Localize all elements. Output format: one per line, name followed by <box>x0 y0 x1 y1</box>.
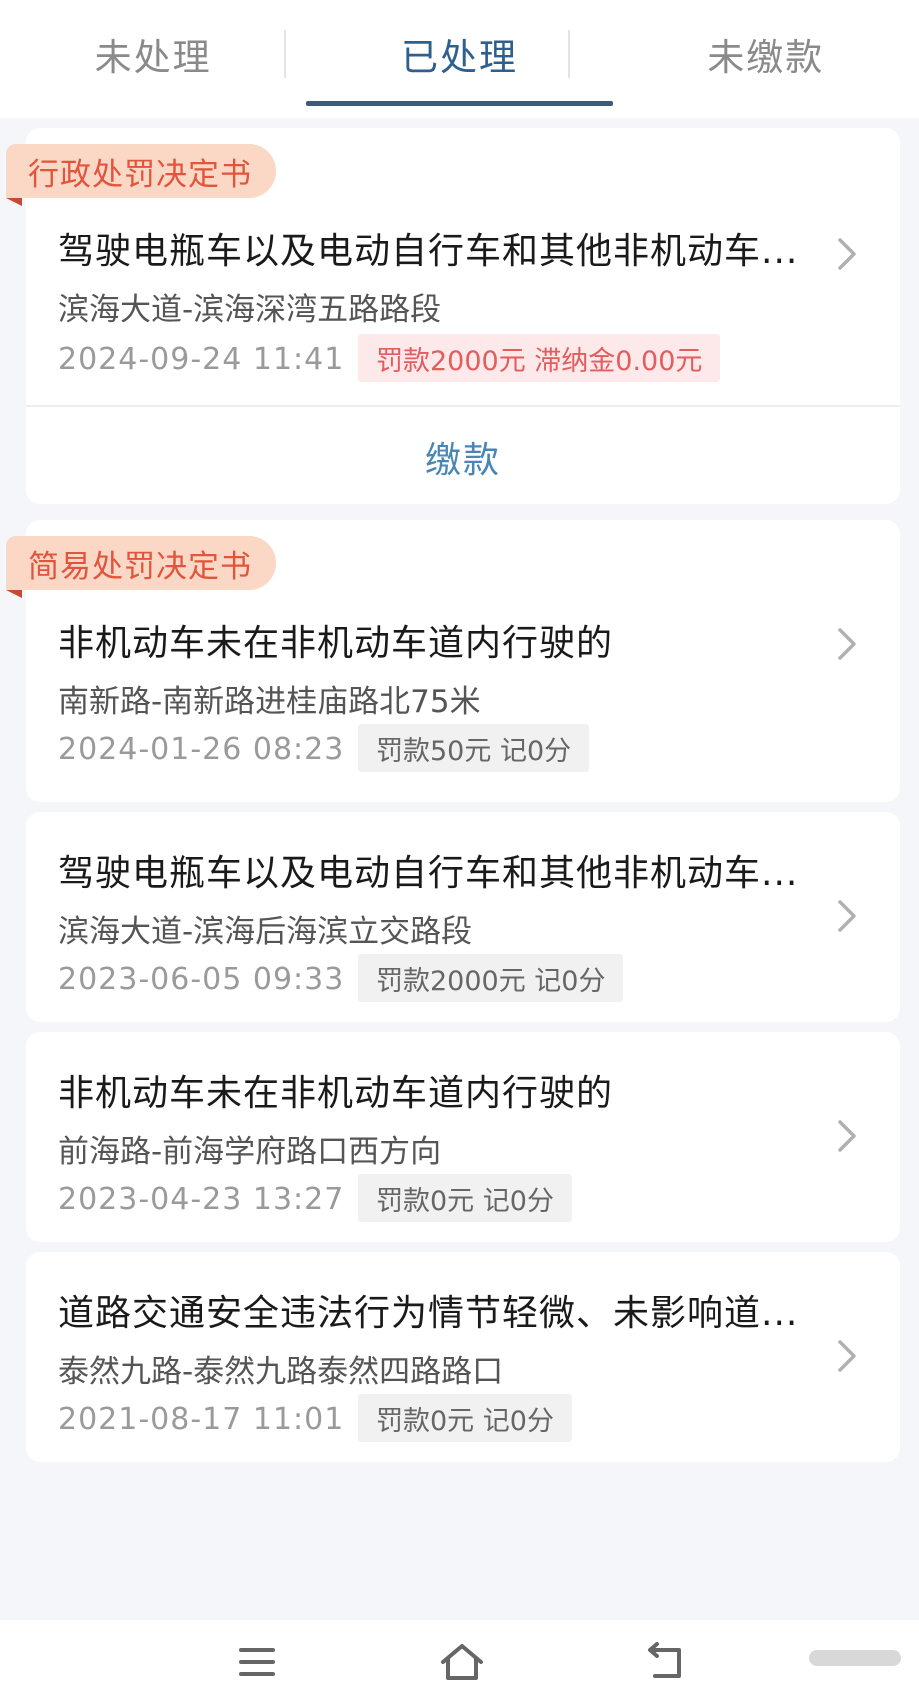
section-tag-simple: 简易处罚决定书 <box>6 536 276 598</box>
violation-datetime: 2021-08-17 11:01 <box>58 1402 345 1437</box>
chevron-right-icon <box>838 628 856 660</box>
system-navigation-bar <box>0 1620 919 1704</box>
home-button[interactable] <box>432 1632 492 1692</box>
chevron-right-icon <box>838 900 856 932</box>
violation-card: 驾驶电瓶车以及电动自行车和其他非机动车... 滨海大道-滨海后海滨立交路段 20… <box>26 812 900 1022</box>
tab-unprocessed[interactable]: 未处理 <box>0 0 306 118</box>
home-icon <box>441 1644 483 1680</box>
tab-divider <box>284 30 286 78</box>
penalty-badge: 罚款50元 记0分 <box>358 724 590 772</box>
violation-title: 非机动车未在非机动车道内行驶的 <box>58 623 614 664</box>
back-icon <box>648 1642 681 1678</box>
violation-title: 道路交通安全违法行为情节轻微、未影响道... <box>58 1293 799 1334</box>
menu-icon <box>239 1648 275 1676</box>
violation-record[interactable]: 驾驶电瓶车以及电动自行车和其他非机动车... 滨海大道-滨海后海滨立交路段 20… <box>26 812 900 1022</box>
violation-datetime: 2023-04-23 13:27 <box>58 1182 345 1217</box>
violation-title: 非机动车未在非机动车道内行驶的 <box>58 1073 614 1114</box>
violation-location: 前海路-前海学府路口西方向 <box>58 1134 442 1170</box>
violation-card: 非机动车未在非机动车道内行驶的 前海路-前海学府路口西方向 2023-04-23… <box>26 1032 900 1242</box>
violation-title: 驾驶电瓶车以及电动自行车和其他非机动车... <box>58 231 799 272</box>
pay-button[interactable]: 缴款 <box>26 407 900 507</box>
section-tag-administrative: 行政处罚决定书 <box>6 144 276 206</box>
violation-datetime: 2024-01-26 08:23 <box>58 732 345 767</box>
violation-location: 滨海大道-滨海后海滨立交路段 <box>58 914 473 950</box>
violation-record[interactable]: 非机动车未在非机动车道内行驶的 前海路-前海学府路口西方向 2023-04-23… <box>26 1032 900 1242</box>
status-tabs: 未处理 已处理 未缴款 <box>0 0 919 118</box>
violation-title: 驾驶电瓶车以及电动自行车和其他非机动车... <box>58 853 799 894</box>
violation-datetime: 2023-06-05 09:33 <box>58 962 345 997</box>
gesture-handle[interactable] <box>809 1650 901 1666</box>
penalty-badge: 罚款2000元 滞纳金0.00元 <box>358 334 721 382</box>
menu-button[interactable] <box>227 1632 287 1692</box>
violation-record[interactable]: 道路交通安全违法行为情节轻微、未影响道... 泰然九路-泰然九路泰然四路路口 2… <box>26 1252 900 1462</box>
chevron-right-icon <box>838 1120 856 1152</box>
tab-processed[interactable]: 已处理 <box>306 0 613 118</box>
tab-divider <box>568 30 570 78</box>
penalty-badge: 罚款0元 记0分 <box>358 1394 572 1442</box>
penalty-badge: 罚款2000元 记0分 <box>358 954 624 1002</box>
penalty-badge: 罚款0元 记0分 <box>358 1174 572 1222</box>
violation-location: 泰然九路-泰然九路泰然四路路口 <box>58 1354 504 1390</box>
back-button[interactable] <box>636 1632 696 1692</box>
violation-location: 南新路-南新路进桂庙路北75米 <box>58 684 481 720</box>
violation-card: 道路交通安全违法行为情节轻微、未影响道... 泰然九路-泰然九路泰然四路路口 2… <box>26 1252 900 1462</box>
tab-unpaid[interactable]: 未缴款 <box>613 0 919 118</box>
chevron-right-icon <box>838 1340 856 1372</box>
violation-datetime: 2024-09-24 11:41 <box>58 342 345 377</box>
chevron-right-icon <box>838 238 856 270</box>
violation-location: 滨海大道-滨海深湾五路路段 <box>58 292 442 328</box>
